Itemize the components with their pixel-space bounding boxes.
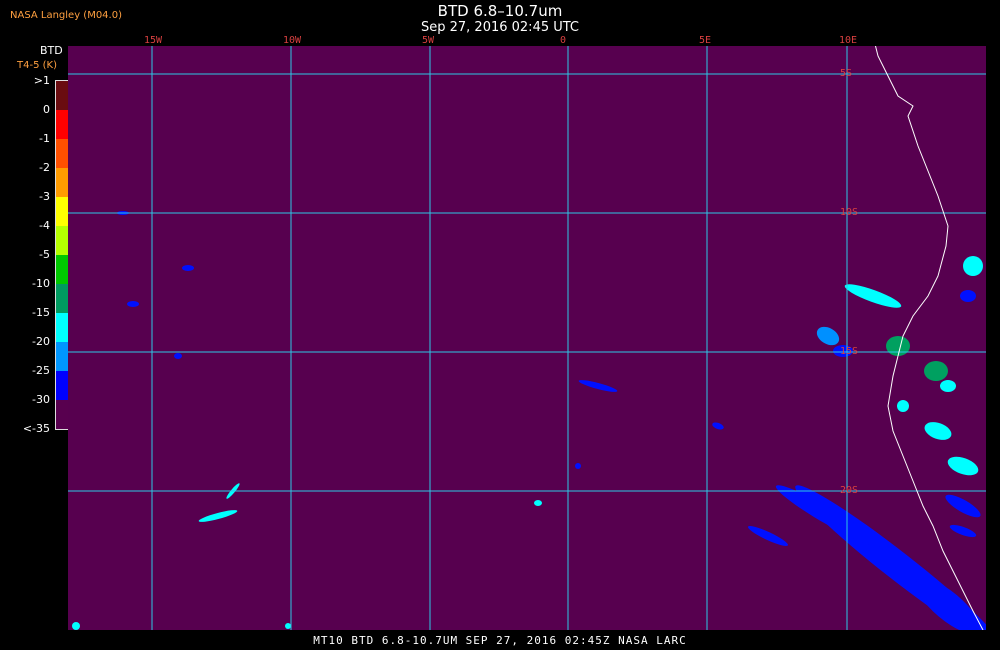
colorbar-tick-label: -5	[39, 248, 50, 261]
legend-unit: T4-5 (K)	[17, 60, 57, 71]
cloud-patch	[945, 494, 981, 518]
map-title: BTD 6.8–10.7um	[437, 2, 563, 20]
cloud-patch	[285, 623, 291, 629]
longitude-label: 10E	[839, 35, 858, 46]
colorbar-tick-label: -20	[32, 335, 50, 348]
cloud-patch	[575, 463, 581, 469]
cloud-patch	[198, 510, 238, 522]
colorbar-tick-label: -10	[32, 277, 50, 290]
colorbar-tick-label: -25	[32, 364, 50, 377]
map-subtitle: Sep 27, 2016 02:45 UTC	[420, 20, 580, 35]
cloud-patch	[127, 301, 139, 307]
cloud-patch	[816, 326, 840, 346]
colorbar-tick-label: -3	[39, 190, 50, 203]
cloud-patch	[963, 256, 983, 276]
colorbar-tick-label: 0	[43, 103, 50, 116]
longitude-label: 10W	[283, 35, 302, 46]
legend-label: BTD	[40, 44, 63, 57]
latitude-label: 20S	[840, 485, 859, 496]
colorbar-tick-label: -30	[32, 393, 50, 406]
cloud-patch	[940, 380, 956, 392]
longitude-label: 0	[560, 35, 567, 46]
cloud-patch	[534, 500, 542, 506]
cloud-patch	[949, 524, 977, 538]
cloud-patch	[924, 422, 952, 440]
colorbar-tick-label: -1	[39, 132, 50, 145]
colorbar-tick-label: -4	[39, 219, 50, 232]
cloud-patch	[72, 622, 80, 630]
cloud-patch	[182, 265, 194, 271]
cloud-features	[72, 211, 1000, 647]
cloud-patch	[775, 485, 881, 547]
cloud-patch	[578, 380, 618, 392]
cloud-patch	[712, 422, 724, 430]
colorbar-tick-label: -2	[39, 161, 50, 174]
cloud-patch	[924, 361, 948, 381]
latitude-label: 15S	[840, 346, 859, 357]
colorbar-tick-label: >1	[33, 74, 50, 87]
map-canvas	[68, 0, 1000, 647]
cloud-patch	[960, 290, 976, 302]
cloud-patch	[897, 400, 909, 412]
cloud-patch	[947, 456, 979, 476]
cloud-patch	[844, 284, 902, 308]
longitude-label: 5E	[699, 35, 712, 46]
cloud-patch	[886, 336, 910, 356]
colorbar-tick-label: -15	[32, 306, 50, 319]
latitude-label: 5S	[840, 68, 853, 79]
longitude-label: 15W	[144, 35, 163, 46]
latitude-label: 10S	[840, 207, 859, 218]
cloud-patch	[174, 353, 182, 359]
cloud-patch	[747, 526, 789, 546]
footer-caption: MT10 BTD 6.8-10.7UM SEP 27, 2016 02:45Z …	[313, 634, 687, 647]
satellite-map	[68, 0, 1000, 647]
longitude-label: 5W	[422, 35, 435, 46]
colorbar-tick-label: <-35	[22, 422, 50, 435]
